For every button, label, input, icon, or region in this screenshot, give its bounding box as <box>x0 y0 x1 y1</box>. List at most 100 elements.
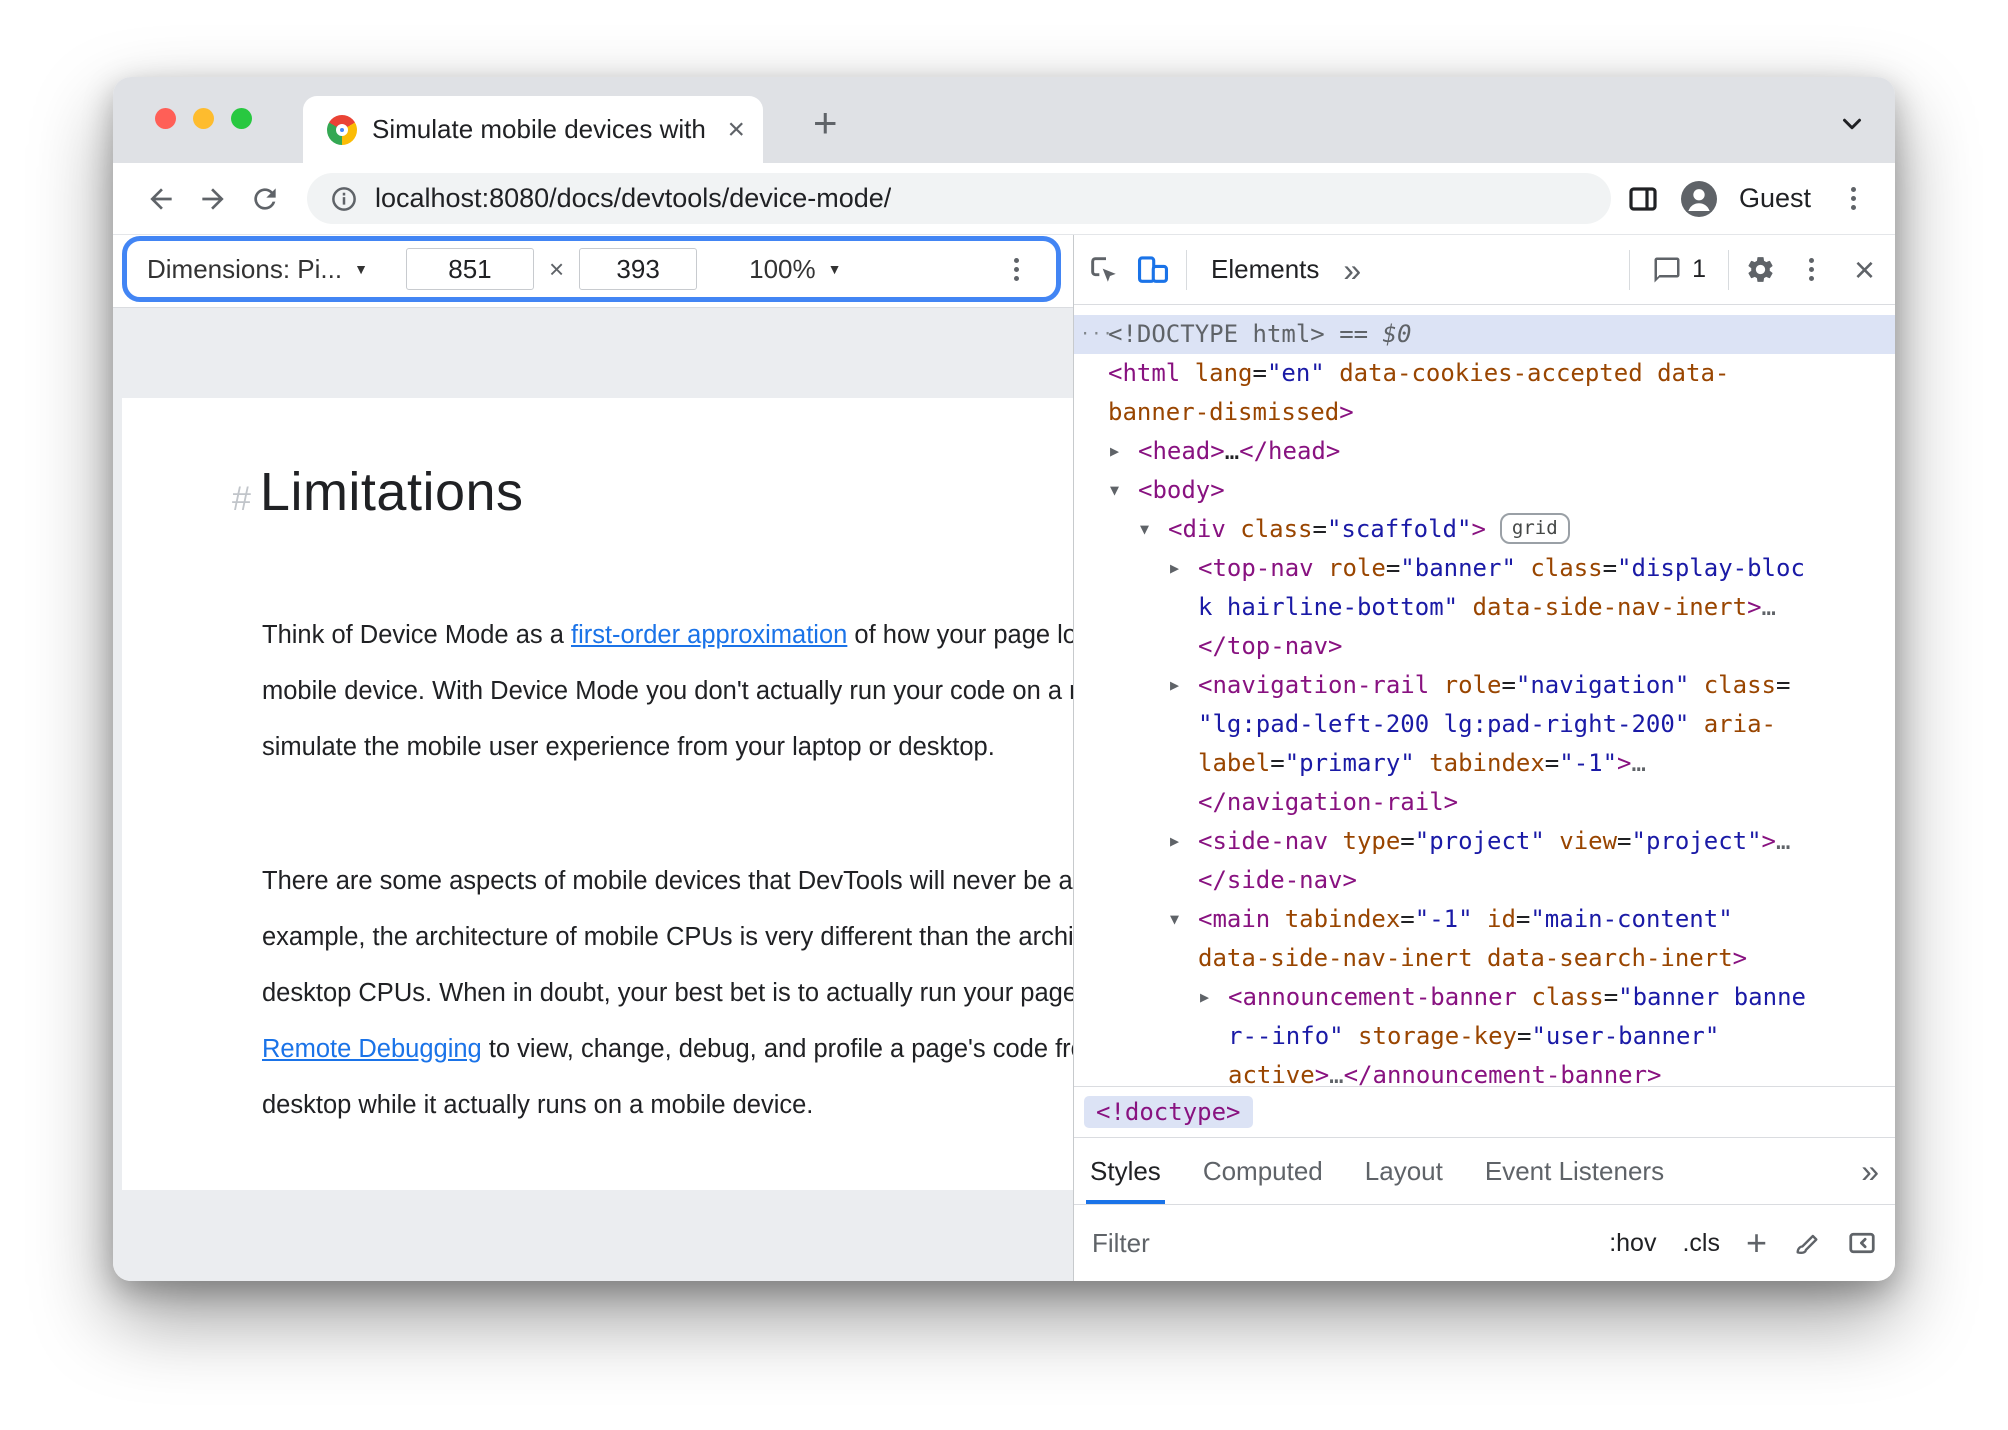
dom-row[interactable]: k hairline-bottom" data-side-nav-inert>… <box>1074 588 1895 627</box>
dom-row[interactable]: "lg:pad-left-200 lg:pad-right-200" aria- <box>1074 705 1895 744</box>
profile-avatar[interactable] <box>1680 180 1717 217</box>
dom-token: = <box>1617 827 1632 855</box>
dom-row[interactable]: label="primary" tabindex="-1">… <box>1074 744 1895 783</box>
site-info-icon[interactable] <box>329 184 359 214</box>
new-style-rule-icon[interactable]: + <box>1746 1225 1767 1261</box>
text-span: of how your page looks and feels on a <box>854 621 1073 649</box>
device-toolbar-toggle-icon[interactable] <box>1136 253 1170 287</box>
height-input[interactable] <box>579 248 698 290</box>
dom-row[interactable]: r--info" storage-key="user-banner" <box>1074 1017 1895 1056</box>
dom-token: "project" <box>1631 827 1762 855</box>
brush-icon[interactable] <box>1793 1229 1821 1257</box>
text-link[interactable]: first-order approximation <box>571 621 847 649</box>
tab-computed[interactable]: Computed <box>1203 1138 1323 1204</box>
dom-token <box>1328 827 1342 855</box>
address-bar[interactable]: localhost:8080/docs/devtools/device-mode… <box>307 173 1611 224</box>
dom-token: lang <box>1194 359 1253 387</box>
dom-row[interactable]: banner-dismissed> <box>1074 393 1895 432</box>
node-ellipsis-icon[interactable]: ··· <box>1080 315 1114 354</box>
collapse-arrow-icon[interactable]: ▼ <box>1170 900 1179 939</box>
width-input[interactable] <box>405 248 534 290</box>
dom-token <box>1458 593 1472 621</box>
dom-token: <main <box>1198 905 1271 933</box>
dom-token: </head> <box>1239 437 1341 465</box>
breadcrumb-item-doctype[interactable]: <!doctype> <box>1084 1096 1253 1128</box>
forward-button[interactable] <box>187 173 239 225</box>
dom-row[interactable]: ▶ <head>…</head> <box>1074 432 1895 471</box>
inspect-icon[interactable] <box>1088 254 1120 286</box>
dom-token: data-side-nav-inert <box>1472 593 1748 621</box>
dom-token <box>1180 359 1194 387</box>
back-button[interactable] <box>135 173 187 225</box>
devtools-menu-icon[interactable] <box>1792 248 1832 292</box>
side-panel-icon[interactable] <box>1627 183 1659 215</box>
collapse-arrow-icon[interactable]: ▼ <box>1140 510 1149 549</box>
chevron-down-icon[interactable]: ▼ <box>354 261 368 277</box>
page-heading: # Limitations <box>232 462 1073 522</box>
dom-row[interactable]: <html lang="en" data-cookies-accepted da… <box>1074 354 1895 393</box>
tab-elements[interactable]: Elements <box>1203 254 1327 285</box>
dom-row[interactable]: ▶ <top-nav role="banner" class="display-b… <box>1074 549 1895 588</box>
tab-layout[interactable]: Layout <box>1365 1138 1443 1204</box>
dom-row[interactable]: </top-nav> <box>1074 627 1895 666</box>
dimensions-dropdown[interactable]: Dimensions: Pi... <box>147 254 342 285</box>
class-toggle[interactable]: .cls <box>1682 1229 1720 1258</box>
minimize-window-button[interactable] <box>193 108 214 129</box>
dom-row[interactable]: ▶ <navigation-rail role="navigation" clas… <box>1074 666 1895 705</box>
dom-token: </top-nav> <box>1198 632 1343 660</box>
text-span: desktop while it actually runs on a mobi… <box>262 1091 814 1119</box>
dom-row[interactable]: ▼ <div class="scaffold"> grid <box>1074 510 1895 549</box>
window-content: Dimensions: Pi... ▼ × 100% ▼ <box>113 235 1895 1281</box>
tab-event-listeners[interactable]: Event Listeners <box>1485 1138 1664 1204</box>
browser-tab[interactable]: Simulate mobile devices with D × <box>303 96 763 163</box>
style-filter-input[interactable] <box>1092 1221 1372 1265</box>
expand-arrow-icon[interactable]: ▶ <box>1200 978 1209 1017</box>
tab-search-chevron-icon[interactable] <box>1837 109 1867 144</box>
more-panes-icon[interactable]: » <box>1861 1153 1879 1190</box>
dom-token <box>1473 905 1487 933</box>
device-mode-pane: Dimensions: Pi... ▼ × 100% ▼ <box>113 235 1073 1281</box>
heading-anchor-hash[interactable]: # <box>232 480 251 519</box>
dom-row[interactable]: ▼ <main tabindex="-1" id="main-content" <box>1074 900 1895 939</box>
dom-token: … <box>1329 1061 1344 1086</box>
settings-gear-icon[interactable] <box>1745 254 1776 285</box>
expand-arrow-icon[interactable]: ▶ <box>1170 822 1179 861</box>
hover-state-toggle[interactable]: :hov <box>1609 1229 1656 1258</box>
dom-row[interactable]: </side-nav> <box>1074 861 1895 900</box>
browser-menu-icon[interactable] <box>1833 177 1873 221</box>
dom-row[interactable]: ▶ <side-nav type="project" view="project"… <box>1074 822 1895 861</box>
tab-close-icon[interactable]: × <box>727 114 745 145</box>
devtools-close-icon[interactable]: × <box>1848 251 1881 288</box>
maximize-window-button[interactable] <box>231 108 252 129</box>
zoom-dropdown[interactable]: 100% ▼ <box>749 254 841 285</box>
dom-token: "project" <box>1414 827 1545 855</box>
dom-row[interactable]: data-side-nav-inert data-search-inert> <box>1074 939 1895 978</box>
issues-button[interactable]: 1 <box>1646 255 1712 285</box>
text-line: simulate the mobile user experience from… <box>262 719 1073 775</box>
dom-row[interactable]: active>…</announcement-banner> <box>1074 1056 1895 1086</box>
text-link[interactable]: Remote Debugging <box>262 1035 482 1063</box>
dom-token: "user-banner" <box>1531 1022 1720 1050</box>
reload-button[interactable] <box>239 173 291 225</box>
dom-row[interactable]: </navigation-rail> <box>1074 783 1895 822</box>
tab-styles[interactable]: Styles <box>1086 1138 1165 1204</box>
grid-badge[interactable]: grid <box>1499 513 1570 544</box>
more-panels-icon[interactable]: » <box>1343 254 1361 286</box>
dom-row[interactable]: ▶ <announcement-banner class="banner bann… <box>1074 978 1895 1017</box>
dom-token: tabindex <box>1429 749 1545 777</box>
new-tab-button[interactable]: + <box>813 99 838 147</box>
dom-row[interactable]: ··· <!DOCTYPE html> == $0 <box>1074 315 1895 354</box>
close-window-button[interactable] <box>155 108 176 129</box>
collapse-arrow-icon[interactable]: ▼ <box>1110 471 1119 510</box>
device-toolbar-menu-icon[interactable] <box>996 247 1036 291</box>
dom-token: > <box>1471 515 1486 543</box>
dom-token: "banner" <box>1400 554 1516 582</box>
dom-row[interactable]: ▼ <body> <box>1074 471 1895 510</box>
dom-token: "lg:pad-left-200 lg:pad-right-200" <box>1198 710 1690 738</box>
expand-arrow-icon[interactable]: ▶ <box>1170 549 1179 588</box>
dom-token: <body> <box>1138 476 1225 504</box>
text-line: example, the architecture of mobile CPUs… <box>262 909 1073 965</box>
toggle-sidebar-icon[interactable] <box>1847 1228 1877 1258</box>
expand-arrow-icon[interactable]: ▶ <box>1110 432 1119 471</box>
expand-arrow-icon[interactable]: ▶ <box>1170 666 1179 705</box>
